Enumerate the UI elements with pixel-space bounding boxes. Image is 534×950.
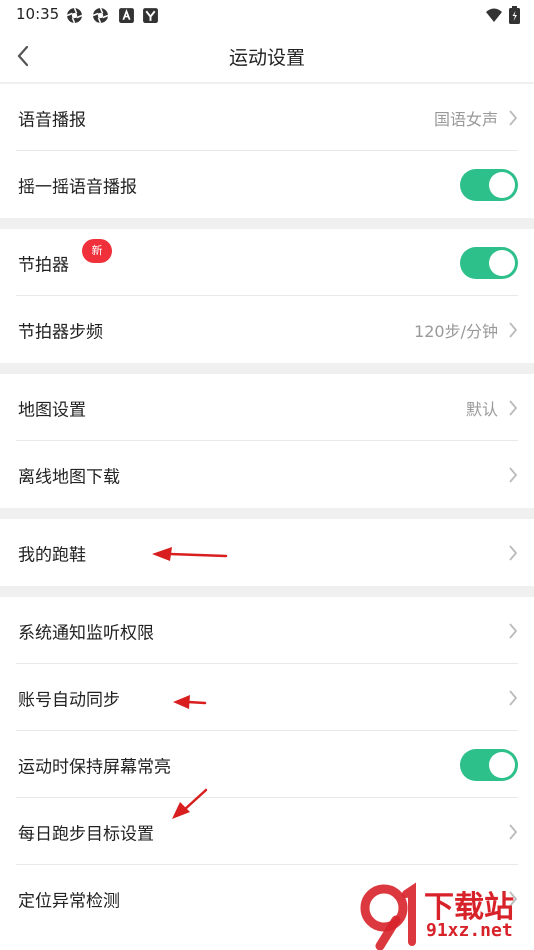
chevron-right-icon (509, 823, 518, 840)
new-badge: 新 (82, 239, 112, 263)
row-label: 地图设置 (18, 400, 86, 420)
aperture-icon (66, 7, 83, 24)
chevron-right-icon (509, 466, 518, 483)
shake-voice-toggle[interactable] (460, 168, 518, 201)
row-offline-map[interactable]: 离线地图下载 (0, 441, 534, 508)
row-label: 节拍器步频 (18, 322, 103, 342)
settings-group-voice: 语音播报 国语女声 摇一摇语音播报 (0, 84, 534, 218)
status-bar: 10:35 (0, 0, 534, 30)
chevron-right-icon (509, 689, 518, 706)
row-value: 120步/分钟 (414, 321, 498, 341)
row-notification-permission[interactable]: 系统通知监听权限 (0, 597, 534, 664)
row-metronome: 节拍器 新 (0, 229, 534, 296)
chevron-right-icon (509, 109, 518, 126)
toggle-knob (489, 249, 515, 276)
row-label: 系统通知监听权限 (18, 623, 154, 643)
battery-icon (509, 6, 520, 24)
row-label: 摇一摇语音播报 (18, 177, 137, 197)
toggle-knob (489, 751, 515, 778)
row-label: 运动时保持屏幕常亮 (18, 757, 171, 777)
aperture-icon (92, 7, 109, 24)
chevron-right-icon (509, 321, 518, 338)
settings-group-metronome: 节拍器 新 节拍器步频 120步/分钟 (0, 229, 534, 363)
row-voice-broadcast[interactable]: 语音播报 国语女声 (0, 84, 534, 151)
page-title: 运动设置 (228, 47, 305, 69)
y-app-icon (143, 8, 158, 23)
chevron-right-icon (509, 544, 518, 561)
row-shake-voice: 摇一摇语音播报 (0, 151, 534, 218)
wifi-icon (486, 8, 502, 22)
toggle-knob (489, 171, 515, 198)
watermark-logo: 下载站 91xz.net (354, 880, 534, 950)
row-value: 默认 (465, 399, 498, 419)
annotation-arrow-icon (152, 547, 228, 561)
row-account-sync[interactable]: 账号自动同步 (0, 664, 534, 731)
row-label: 定位异常检测 (18, 891, 120, 911)
row-daily-goal[interactable]: 每日跑步目标设置 (0, 798, 534, 865)
a-icon (119, 8, 134, 23)
row-label: 每日跑步目标设置 (18, 824, 154, 844)
row-label: 我的跑鞋 (18, 545, 86, 565)
keep-screen-on-toggle[interactable] (460, 748, 518, 781)
row-my-shoes[interactable]: 我的跑鞋 (0, 519, 534, 586)
status-time: 10:35 (16, 5, 60, 23)
settings-group-shoes: 我的跑鞋 (0, 519, 534, 586)
metronome-toggle[interactable] (460, 246, 518, 279)
row-label: 离线地图下载 (18, 467, 120, 487)
nav-bar: 运动设置 (0, 30, 534, 82)
status-right (485, 6, 520, 24)
row-label: 节拍器 (18, 255, 69, 275)
chevron-right-icon (509, 622, 518, 639)
watermark-url: 91xz.net (426, 920, 513, 941)
annotation-arrow-icon (173, 695, 207, 709)
row-value: 国语女声 (433, 109, 498, 129)
settings-group-map: 地图设置 默认 离线地图下载 (0, 374, 534, 508)
row-map-settings[interactable]: 地图设置 默认 (0, 374, 534, 441)
row-metronome-cadence[interactable]: 节拍器步频 120步/分钟 (0, 296, 534, 363)
row-label: 账号自动同步 (18, 690, 120, 710)
annotation-arrow-icon (172, 788, 208, 819)
row-label: 语音播报 (18, 110, 86, 130)
chevron-right-icon (509, 399, 518, 416)
row-keep-screen-on: 运动时保持屏幕常亮 (0, 731, 534, 798)
